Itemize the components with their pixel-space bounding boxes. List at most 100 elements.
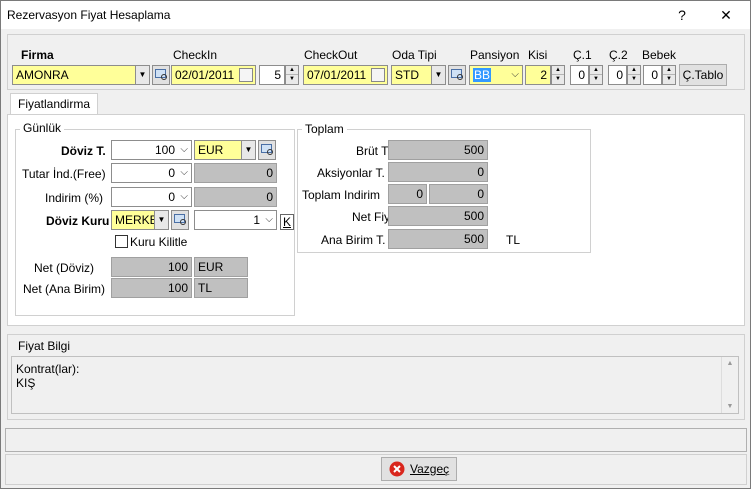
scroll-up-icon[interactable]: ▲ xyxy=(722,360,738,367)
title-bar: Rezervasyon Fiyat Hesaplama ? ✕ xyxy=(1,1,750,29)
doviz-kuru-label: Döviz Kuru xyxy=(46,214,110,228)
bebek-value: 0 xyxy=(651,68,658,82)
oda-tipi-lookup-button[interactable] xyxy=(448,65,466,85)
footer-bar xyxy=(5,454,747,485)
ana-birim-label: Ana Birim T. xyxy=(321,233,386,247)
ana-birim-value: 500 xyxy=(463,232,484,246)
doviz-t-label: Döviz T. xyxy=(61,144,106,158)
calendar-icon[interactable] xyxy=(239,68,253,82)
kuru-kilitle-label: Kuru Kilitle xyxy=(130,235,188,249)
nights-spinner[interactable]: ▲ ▼ xyxy=(285,65,299,85)
source-lookup-button[interactable] xyxy=(171,210,189,230)
c2-field[interactable]: 0 xyxy=(608,65,627,85)
spin-down-icon[interactable]: ▼ xyxy=(286,75,298,84)
chevron-down-icon[interactable]: ⌵ xyxy=(180,164,188,182)
checkin-label: CheckIn xyxy=(173,48,218,62)
spin-up-icon[interactable]: ▲ xyxy=(590,66,602,75)
net-fiyat-field: 500 xyxy=(388,206,488,226)
vertical-scrollbar[interactable]: ▲ ▼ xyxy=(721,357,738,413)
doviz-kuru-field[interactable]: 1 ⌵ xyxy=(194,210,277,230)
kuru-kilitle-checkbox[interactable] xyxy=(115,235,128,248)
spin-down-icon[interactable]: ▼ xyxy=(552,75,564,84)
pansiyon-value: BB xyxy=(473,68,492,82)
tutar-ind-value: 0 xyxy=(168,166,175,180)
tutar-ind-label: Tutar İnd.(Free) xyxy=(22,167,106,181)
vazgec-label: Vazgeç xyxy=(410,462,450,476)
firma-dropdown-icon[interactable]: ▼ xyxy=(135,66,149,84)
oda-tipi-dropdown-icon[interactable]: ▼ xyxy=(431,66,445,84)
nights-value: 5 xyxy=(274,68,281,82)
spin-down-icon[interactable]: ▼ xyxy=(590,75,602,84)
toplam-indirim-b-field: 0 xyxy=(429,184,488,204)
chevron-down-icon[interactable]: ⌵ xyxy=(511,66,519,84)
firma-lookup-button[interactable] xyxy=(152,65,170,85)
tab-fiyatlandirma[interactable]: Fiyatlandirma xyxy=(10,93,98,115)
gunluk-title: Günlük xyxy=(20,121,65,135)
lookup-icon xyxy=(155,69,167,80)
bebek-spinner[interactable]: ▲ ▼ xyxy=(662,65,676,85)
net-doviz-field: 100 xyxy=(111,257,192,277)
k-button[interactable]: K xyxy=(280,214,295,230)
c1-spinner[interactable]: ▲ ▼ xyxy=(589,65,603,85)
lookup-icon xyxy=(174,214,186,225)
bebek-label: Bebek xyxy=(642,48,677,62)
c2-spinner[interactable]: ▲ ▼ xyxy=(627,65,641,85)
net-doviz-value: 100 xyxy=(167,260,188,274)
net-ana-value: 100 xyxy=(167,281,188,295)
lookup-icon xyxy=(261,144,273,155)
oda-tipi-value: STD xyxy=(395,68,419,82)
spin-down-icon[interactable]: ▼ xyxy=(628,75,640,84)
bebek-field[interactable]: 0 xyxy=(643,65,662,85)
doviz-kuru-source-select[interactable]: MERKEZ ▼ xyxy=(111,210,169,230)
spin-up-icon[interactable]: ▲ xyxy=(663,66,675,75)
scroll-down-icon[interactable]: ▼ xyxy=(722,403,738,410)
chevron-down-icon[interactable]: ⌵ xyxy=(180,188,188,206)
aksiyonlar-field: 0 xyxy=(388,162,488,182)
fiyat-bilgi-textarea[interactable]: Kontrat(lar): KIŞ ▲ ▼ xyxy=(11,356,739,414)
nights-field[interactable]: 5 xyxy=(259,65,285,85)
pansiyon-select[interactable]: BB ⌵ xyxy=(469,65,523,85)
brut-label: Brüt T xyxy=(356,144,389,158)
indirim-value: 0 xyxy=(168,190,175,204)
currency-lookup-button[interactable] xyxy=(258,140,276,160)
spin-down-icon[interactable]: ▼ xyxy=(663,75,675,84)
chevron-down-icon[interactable]: ⌵ xyxy=(265,211,273,229)
checkin-date-field[interactable]: 02/01/2011 xyxy=(171,65,256,85)
doviz-t-currency-select[interactable]: EUR ▼ xyxy=(194,140,256,160)
checkout-date-field[interactable]: 07/01/2011 xyxy=(303,65,388,85)
vazgec-button[interactable]: Vazgeç xyxy=(381,457,457,481)
spin-up-icon[interactable]: ▲ xyxy=(628,66,640,75)
ctablo-button[interactable]: Ç.Tablo xyxy=(679,64,727,86)
c1-value: 0 xyxy=(578,68,585,82)
c1-field[interactable]: 0 xyxy=(570,65,589,85)
ana-birim-field: 500 xyxy=(388,229,488,249)
spin-up-icon[interactable]: ▲ xyxy=(552,66,564,75)
net-ana-currency: TL xyxy=(198,281,213,295)
source-dropdown-icon[interactable]: ▼ xyxy=(154,211,168,229)
currency-dropdown-icon[interactable]: ▼ xyxy=(241,141,255,159)
kisi-field[interactable]: 2 xyxy=(525,65,551,85)
calendar-icon[interactable] xyxy=(371,68,385,82)
firma-select[interactable]: AMONRA ▼ xyxy=(12,65,150,85)
fiyat-bilgi-line1: Kontrat(lar): xyxy=(16,362,80,376)
toplam-indirim-a: 0 xyxy=(416,187,423,201)
help-button[interactable]: ? xyxy=(667,5,697,25)
fiyat-bilgi-title: Fiyat Bilgi xyxy=(15,339,74,353)
net-doviz-currency-field: EUR xyxy=(194,257,248,277)
doviz-t-amount-field[interactable]: 100 ⌵ xyxy=(111,140,192,160)
net-doviz-currency: EUR xyxy=(198,260,224,274)
close-button[interactable]: ✕ xyxy=(711,5,741,25)
net-fiyat-label: Net Fiyat xyxy=(352,210,388,224)
tutar-ind-field[interactable]: 0 ⌵ xyxy=(111,163,192,183)
status-bar xyxy=(5,428,747,452)
doviz-t-amount: 100 xyxy=(154,143,175,157)
net-ana-currency-field: TL xyxy=(194,278,248,298)
spin-up-icon[interactable]: ▲ xyxy=(286,66,298,75)
checkout-label: CheckOut xyxy=(304,48,358,62)
chevron-down-icon[interactable]: ⌵ xyxy=(180,141,188,159)
kisi-spinner[interactable]: ▲ ▼ xyxy=(551,65,565,85)
brut-field: 500 xyxy=(388,140,488,160)
oda-tipi-select[interactable]: STD ▼ xyxy=(391,65,446,85)
indirim-field[interactable]: 0 ⌵ xyxy=(111,187,192,207)
toplam-indirim-a-field: 0 xyxy=(388,184,427,204)
